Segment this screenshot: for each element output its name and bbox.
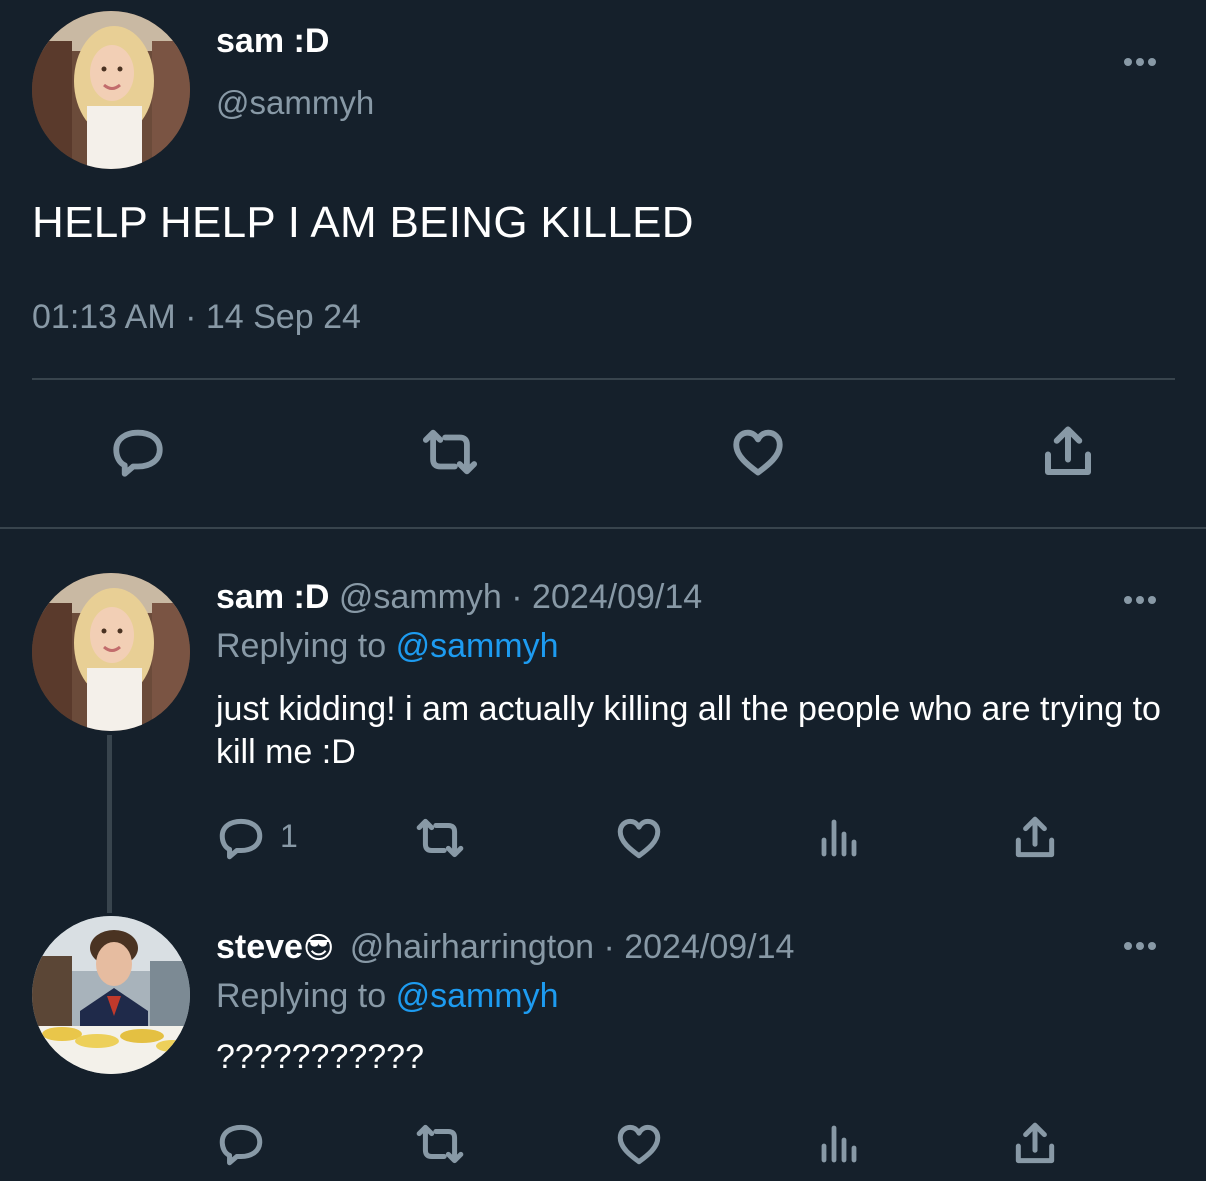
avatar-steve-image — [32, 916, 190, 1074]
replying-to-label: Replying to — [216, 627, 387, 665]
main-tweet-text: HELP HELP I AM BEING KILLED — [32, 198, 694, 247]
sunglasses-emoji-icon: 😎 — [302, 932, 335, 965]
section-divider — [0, 527, 1206, 529]
like-icon[interactable] — [612, 812, 666, 864]
reply1-text: just kidding! i am actually killing all … — [216, 690, 1161, 771]
reply1-date[interactable]: · 2024/09/14 — [511, 578, 702, 616]
divider — [32, 378, 1175, 380]
share-icon[interactable] — [1008, 812, 1062, 864]
views-icon[interactable] — [812, 812, 864, 864]
reply-icon[interactable] — [106, 420, 170, 484]
avatar-sam[interactable] — [32, 573, 190, 731]
like-icon[interactable] — [612, 1118, 666, 1170]
reply2-handle[interactable]: @hairharrington — [350, 928, 594, 966]
reply-icon[interactable] — [214, 1118, 268, 1170]
avatar-sam[interactable] — [32, 11, 190, 169]
reply-count: 1 — [280, 818, 298, 854]
retweet-icon[interactable] — [410, 812, 470, 864]
reply2-date[interactable]: · 2024/09/14 — [603, 928, 794, 966]
replying-to-handle-link[interactable]: @sammyh — [396, 977, 559, 1015]
replying-to-handle-link[interactable]: @sammyh — [396, 627, 559, 665]
avatar-sam-image — [32, 573, 190, 731]
retweet-icon[interactable] — [416, 420, 484, 484]
main-display-name[interactable]: sam :D — [216, 22, 329, 61]
avatar-sam-image — [32, 11, 190, 169]
retweet-icon[interactable] — [410, 1118, 470, 1170]
reply1-replying-to: Replying to @sammyh — [216, 627, 559, 666]
reply1-header: sam :D @sammyh · 2024/09/14 — [216, 578, 702, 617]
share-icon[interactable] — [1008, 1118, 1062, 1170]
replying-to-label: Replying to — [216, 977, 387, 1015]
more-icon[interactable] — [1124, 596, 1156, 604]
reply2-display-name[interactable]: steve — [216, 928, 303, 966]
main-timestamp[interactable]: 01:13 AM · 14 Sep 24 — [32, 298, 361, 337]
views-icon[interactable] — [812, 1118, 864, 1170]
more-icon[interactable] — [1124, 942, 1156, 950]
more-icon[interactable] — [1124, 58, 1156, 66]
avatar-steve[interactable] — [32, 916, 190, 1074]
reply2-header: steve😎 @hairharrington · 2024/09/14 — [216, 928, 794, 967]
reply2-text: ??????????? — [216, 1038, 425, 1076]
reply-icon[interactable] — [214, 812, 268, 864]
main-handle[interactable]: @sammyh — [216, 84, 374, 122]
thread-line — [107, 735, 112, 913]
reply1-handle[interactable]: @sammyh — [339, 578, 502, 616]
like-icon[interactable] — [726, 420, 790, 484]
reply1-display-name[interactable]: sam :D — [216, 578, 329, 616]
share-icon[interactable] — [1036, 420, 1100, 484]
reply2-replying-to: Replying to @sammyh — [216, 977, 559, 1016]
